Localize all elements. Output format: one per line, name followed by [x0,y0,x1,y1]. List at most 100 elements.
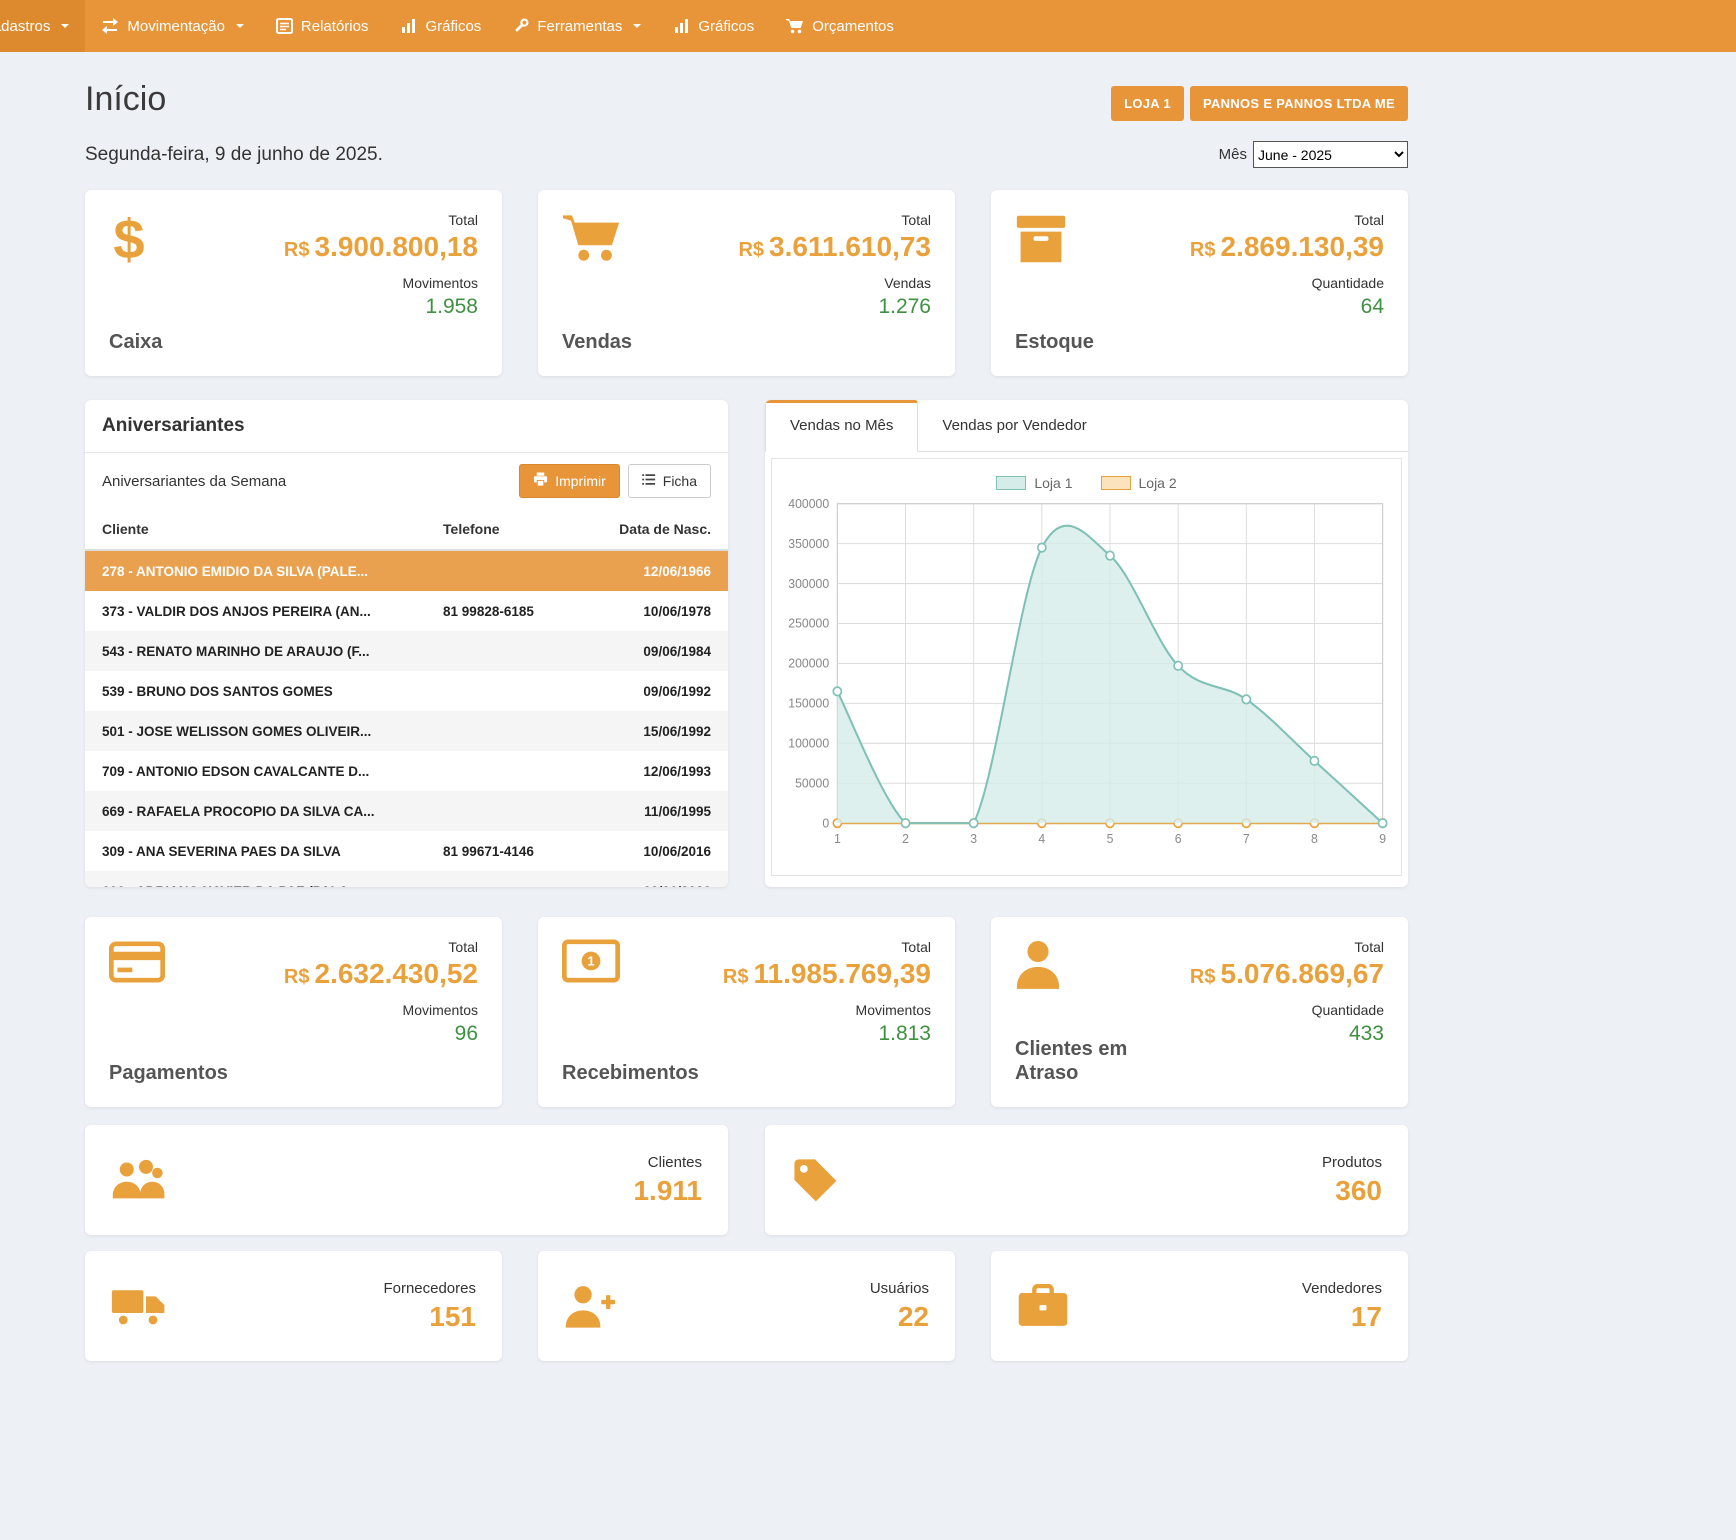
summary-label: Vendedores [1302,1280,1382,1297]
group-icon [111,1159,167,1201]
legend-swatch [996,476,1026,490]
sales-chart-svg: 0500001000001500002000002500003000003500… [772,491,1401,857]
month-select[interactable]: June - 2025 [1253,141,1408,168]
summary-value: 1.911 [633,1175,702,1207]
truck-icon [111,1284,167,1328]
cell-client: 709 - ANTONIO EDSON CAVALCANTE D... [102,764,443,779]
sales-tabs: Vendas no Mês Vendas por Vendedor [765,400,1408,452]
count-label: Movimentos [723,1002,931,1018]
table-row[interactable]: 709 - ANTONIO EDSON CAVALCANTE D...12/06… [85,751,728,791]
nav-item-orcamentos[interactable]: Orçamentos [770,0,910,52]
nav-item-cadastros[interactable]: Cadastros [0,0,85,52]
table-row[interactable]: 373 - VALDIR DOS ANJOS PEREIRA (AN...81 … [85,591,728,631]
shopping-cart-icon [562,212,632,264]
nav-item-graficos-1[interactable]: Gráficos [384,0,497,52]
printer-icon [533,472,548,490]
svg-text:9: 9 [1379,832,1386,846]
total-label: Total [1190,212,1384,228]
exchange-icon [101,17,119,35]
table-row[interactable]: 539 - BRUNO DOS SANTOS GOMES 09/06/1992 [85,671,728,711]
svg-text:0: 0 [822,816,829,830]
cell-date: 12/06/1966 [583,564,711,579]
print-button-label: Imprimir [555,473,606,489]
briefcase-icon [1017,1284,1069,1328]
store-button[interactable]: LOJA 1 [1111,86,1184,121]
cell-date: 09/06/1992 [583,684,711,699]
summary-card-produtos: Produtos 360 [765,1125,1408,1235]
birthday-table-header: Cliente Telefone Data de Nasc. [85,509,728,551]
credit-card-icon [109,939,228,985]
stat-card-title: Estoque [1015,330,1094,354]
cell-client: 278 - ANTONIO EMIDIO DA SILVA (PALE... [102,564,443,579]
table-row[interactable]: 669 - RAFAELA PROCOPIO DA SILVA CA...11/… [85,791,728,831]
tab-vendas-por-vendedor[interactable]: Vendas por Vendedor [918,400,1110,451]
summary-card-usuarios: Usuários 22 [538,1251,955,1361]
birthday-table-body: 278 - ANTONIO EMIDIO DA SILVA (PALE... 12… [85,551,728,887]
tag-icon [791,1156,839,1204]
cell-phone: 81 99671-4146 [443,844,583,859]
cell-date: 15/06/1992 [583,724,711,739]
table-row[interactable]: 278 - ANTONIO EMIDIO DA SILVA (PALE... 12… [85,551,728,591]
svg-text:350000: 350000 [788,537,829,551]
column-header-cliente: Cliente [102,521,443,537]
top-navbar: Cadastros Movimentação Relatórios Gráfic… [0,0,1736,52]
chart-legend: Loja 1Loja 2 [772,475,1401,491]
svg-text:7: 7 [1243,832,1250,846]
dollar-icon: $ [109,212,162,270]
tab-vendas-no-mes[interactable]: Vendas no Mês [765,400,918,452]
stat-card-recebimentos: 1 Recebimentos Total R$11.985.769,39 Mov… [538,917,955,1107]
total-value: R$2.869.130,39 [1190,231,1384,263]
cell-date: 09/06/2020 [583,884,711,888]
nav-item-label: Gráficos [698,18,754,35]
svg-text:50000: 50000 [795,776,829,790]
legend-item: Loja 2 [1101,475,1177,491]
nav-item-relatorios[interactable]: Relatórios [260,0,385,52]
summary-label: Produtos [1322,1154,1382,1171]
nav-item-label: Cadastros [0,18,50,35]
nav-item-graficos-2[interactable]: Gráficos [657,0,770,52]
legend-swatch [1101,476,1131,490]
svg-text:250000: 250000 [788,617,829,631]
column-header-data-nasc: Data de Nasc. [583,521,711,537]
svg-text:200000: 200000 [788,656,829,670]
cell-client: 539 - BRUNO DOS SANTOS GOMES [102,684,443,699]
count-label: Vendas [738,275,931,291]
svg-text:5: 5 [1107,832,1114,846]
bar-chart-icon [673,18,690,34]
cell-date: 09/06/1984 [583,644,711,659]
cell-client: 373 - VALDIR DOS ANJOS PEREIRA (AN... [102,604,443,619]
caret-down-icon [61,24,69,28]
svg-text:$: $ [113,212,144,270]
total-value: R$3.900.800,18 [284,231,478,263]
birthdays-panel: Aniversariantes Aniversariantes da Seman… [85,400,728,887]
table-row[interactable]: 309 - ANA SEVERINA PAES DA SILVA81 99671… [85,831,728,871]
birthdays-subtitle: Aniversariantes da Semana [102,473,286,490]
report-icon [276,18,293,34]
sales-panel: Vendas no Mês Vendas por Vendedor Loja 1… [765,400,1408,887]
ficha-button-label: Ficha [663,473,697,489]
summary-card-fornecedores: Fornecedores 151 [85,1251,502,1361]
summary-card-vendedores: Vendedores 17 [991,1251,1408,1361]
stat-card-title: Clientes em Atraso [1015,1037,1145,1085]
stat-card-title: Recebimentos [562,1061,692,1085]
main-content: Início LOJA 1 PANNOS E PANNOS LTDA ME Se… [85,52,1408,1421]
ficha-button[interactable]: Ficha [628,464,711,498]
company-button[interactable]: PANNOS E PANNOS LTDA ME [1190,86,1408,121]
summary-value: 17 [1302,1301,1382,1333]
banknote-icon: 1 [562,939,692,983]
svg-text:8: 8 [1311,832,1318,846]
svg-text:1: 1 [834,832,841,846]
print-button[interactable]: Imprimir [519,464,620,498]
table-row[interactable]: 616 - ADRIANO XAVIER DA PAZ (PALA...09/0… [85,871,728,887]
svg-text:100000: 100000 [788,736,829,750]
table-row[interactable]: 543 - RENATO MARINHO DE ARAUJO (F...09/0… [85,631,728,671]
user-plus-icon [564,1283,616,1329]
cell-client: 309 - ANA SEVERINA PAES DA SILVA [102,844,443,859]
total-label: Total [738,212,931,228]
total-value: R$3.611.610,73 [738,231,931,263]
nav-item-ferramentas[interactable]: Ferramentas [497,0,657,52]
summary-label: Usuários [870,1280,929,1297]
nav-item-movimentacao[interactable]: Movimentação [85,0,260,52]
sales-chart-area: Loja 1Loja 2 050000100000150000200000250… [771,458,1402,876]
table-row[interactable]: 501 - JOSE WELISSON GOMES OLIVEIR...15/0… [85,711,728,751]
